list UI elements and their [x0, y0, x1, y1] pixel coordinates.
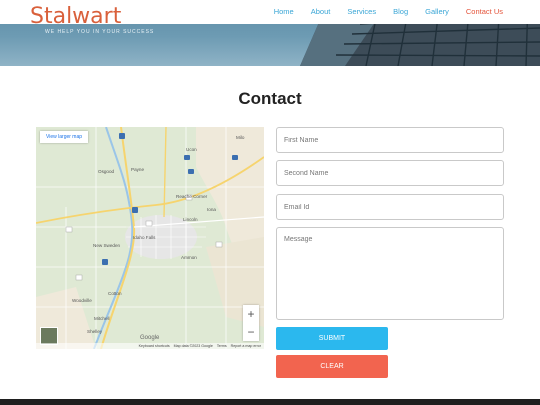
nav-gallery[interactable]: Gallery	[425, 7, 449, 17]
report-map-error-link[interactable]: Report a map error	[231, 343, 261, 349]
page-footer	[0, 399, 540, 405]
map-place-label: Milo	[236, 135, 245, 140]
first-name-field-wrapper	[276, 127, 504, 153]
map-place-label: Osgood	[98, 169, 115, 174]
nav-home[interactable]: Home	[274, 7, 294, 17]
nav-blog[interactable]: Blog	[393, 7, 408, 17]
clear-button[interactable]: CLEAR	[276, 355, 388, 378]
map-zoom-control: + −	[243, 305, 259, 341]
map-place-label: Lincoln	[183, 217, 198, 222]
map-place-label: Reache Corner	[176, 194, 208, 199]
zoom-in-button[interactable]: +	[243, 305, 259, 323]
email-field-wrapper	[276, 194, 504, 220]
map-data-label: Map data ©2023 Google	[173, 344, 213, 348]
site-logo[interactable]: Stalwart	[30, 4, 121, 30]
message-field-wrapper	[276, 227, 504, 320]
map-place-label: Woodville	[72, 298, 92, 303]
map-place-label: Mitchell	[94, 316, 110, 321]
site-tagline: WE HELP YOU IN YOUR SUCCESS	[45, 29, 155, 35]
nav-contact-us[interactable]: Contact Us	[466, 7, 503, 17]
email-input[interactable]	[277, 195, 503, 219]
second-name-input[interactable]	[277, 161, 503, 185]
nav-about[interactable]: About	[311, 7, 331, 17]
main-nav: Home About Services Blog Gallery Contact…	[257, 7, 503, 17]
map-footer: Keyboard shortcuts Map data ©2023 Google…	[36, 343, 264, 349]
page-title: Contact	[238, 89, 302, 108]
view-larger-map-link[interactable]: View larger map	[40, 131, 89, 143]
keyboard-shortcuts-link[interactable]: Keyboard shortcuts	[139, 343, 170, 349]
map-place-label: New Sweden	[93, 243, 121, 248]
map-place-label: Ammon	[181, 255, 197, 260]
map-place-label: Iona	[207, 207, 216, 212]
second-name-field-wrapper	[276, 160, 504, 186]
zoom-out-button[interactable]: −	[243, 323, 259, 341]
message-textarea[interactable]	[277, 228, 503, 319]
submit-button[interactable]: SUBMIT	[276, 327, 388, 350]
terms-link[interactable]: Terms	[217, 343, 227, 349]
page: Stalwart WE HELP YOU IN YOUR SUCCESS Hom…	[0, 0, 540, 405]
map-place-label: Shelley	[87, 329, 103, 334]
google-logo: Google	[140, 335, 160, 341]
map-place-label: Ucon	[186, 147, 197, 152]
nav-services[interactable]: Services	[347, 7, 376, 17]
map-place-label: Payne	[131, 167, 145, 172]
map-place-label: Cotton	[108, 291, 122, 296]
first-name-input[interactable]	[277, 128, 503, 152]
map-place-label: Idaho Falls	[133, 235, 156, 240]
